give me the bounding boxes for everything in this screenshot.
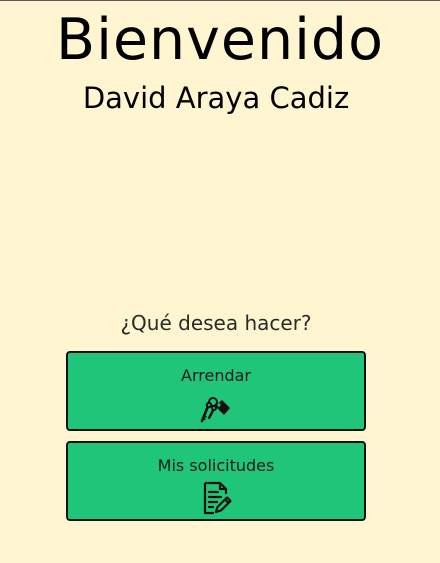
rent-button[interactable]: Arrendar bbox=[66, 351, 366, 431]
page-title: Bienvenido bbox=[56, 7, 384, 73]
my-requests-button-label: Mis solicitudes bbox=[157, 456, 275, 475]
action-prompt: ¿Qué desea hacer? bbox=[120, 311, 312, 335]
top-divider bbox=[0, 0, 440, 1]
my-requests-button[interactable]: Mis solicitudes bbox=[66, 441, 366, 521]
keys-icon bbox=[200, 397, 230, 423]
rent-button-label: Arrendar bbox=[181, 366, 251, 385]
document-edit-icon bbox=[203, 481, 232, 515]
user-name: David Araya Cadiz bbox=[82, 81, 350, 115]
